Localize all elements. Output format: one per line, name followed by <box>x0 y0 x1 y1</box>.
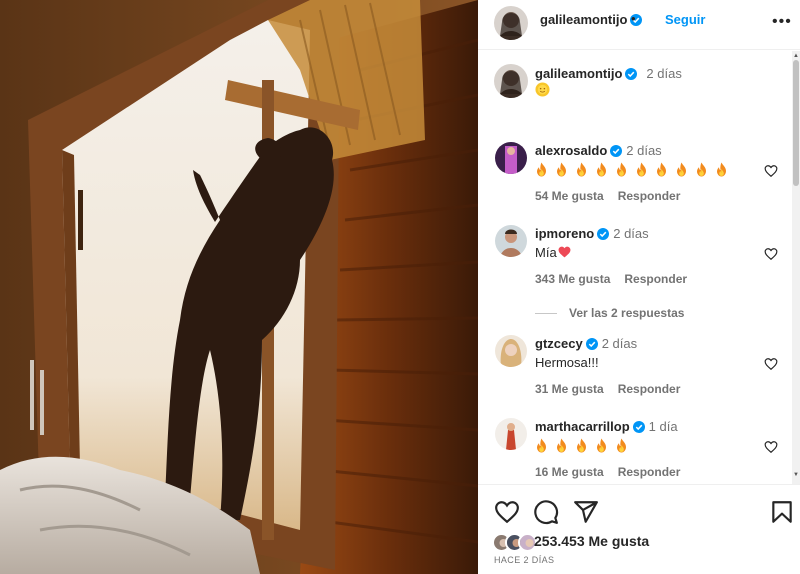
verified-badge-icon <box>625 68 638 80</box>
comment-avatar[interactable] <box>495 418 527 450</box>
comment-likes-count[interactable]: 343 Me gusta <box>535 272 610 286</box>
author-username[interactable]: galileamontijo <box>540 12 643 27</box>
comment-username[interactable]: ipmoreno <box>535 226 594 241</box>
comment-username[interactable]: gtzcecy <box>535 336 583 351</box>
comment-time[interactable]: 1 día <box>649 419 678 434</box>
post-header: galileamontijo • Seguir ••• <box>478 0 800 50</box>
bookmark-icon[interactable] <box>769 499 795 525</box>
fire-emoji-icon <box>675 162 688 177</box>
fire-emoji-icon <box>615 162 628 177</box>
author-avatar[interactable] <box>494 6 528 40</box>
comment-item: alexrosaldo 2 días 54 Me gusta Responder <box>478 139 792 219</box>
comment-like-heart-icon[interactable] <box>764 440 778 454</box>
comment-text-body: Mía <box>535 245 557 260</box>
caption-text <box>535 82 550 98</box>
fire-emoji-icon <box>535 438 548 453</box>
reply-button[interactable]: Responder <box>624 272 687 286</box>
comment-avatar[interactable] <box>495 142 527 174</box>
comments-list[interactable]: galileamontijo 2 días alexrosaldo 2 días 5… <box>478 51 800 484</box>
sun-emoji-icon <box>535 82 550 97</box>
comment-like-heart-icon[interactable] <box>764 357 778 371</box>
reply-button[interactable]: Responder <box>618 189 681 203</box>
comment-item: gtzcecy 2 días Hermosa!!! 31 Me gusta Resp… <box>478 332 792 412</box>
comment-like-heart-icon[interactable] <box>764 164 778 178</box>
verified-badge-icon <box>585 338 598 350</box>
scroll-up-arrow-icon[interactable]: ▲ <box>793 53 799 59</box>
send-icon[interactable] <box>573 499 599 525</box>
fire-emoji-icon <box>615 438 628 453</box>
caption-header: galileamontijo 2 días <box>535 66 682 81</box>
post-photo[interactable] <box>0 0 478 574</box>
fire-emoji-icon <box>695 162 708 177</box>
verified-badge-icon <box>632 421 645 433</box>
fire-emoji-icon <box>555 162 568 177</box>
comment-meta: 16 Me gusta Responder <box>535 465 694 479</box>
fire-emoji-icon <box>595 438 608 453</box>
caption-username[interactable]: galileamontijo <box>535 66 622 81</box>
fire-emoji-icon <box>535 162 548 177</box>
fire-emoji-icon <box>635 162 648 177</box>
comment-avatar[interactable] <box>495 335 527 367</box>
reply-button[interactable]: Responder <box>618 465 681 479</box>
author-username-text[interactable]: galileamontijo <box>540 12 627 27</box>
post-details-panel: galileamontijo • Seguir ••• galileamonti… <box>478 0 800 574</box>
comment-meta: 31 Me gusta Responder <box>535 382 694 396</box>
post-date[interactable]: HACE 2 DÍAS <box>494 555 554 565</box>
fire-emoji-icon <box>575 162 588 177</box>
comment-likes-count[interactable]: 16 Me gusta <box>535 465 604 479</box>
fire-emoji-icon <box>715 162 728 177</box>
reply-button[interactable]: Responder <box>618 382 681 396</box>
comment-username[interactable]: marthacarrillop <box>535 419 630 434</box>
comment-item: ipmoreno 2 días Mía 343 Me gusta Responder… <box>478 222 792 342</box>
fire-emoji-icon <box>555 438 568 453</box>
comment-likes-count[interactable]: 31 Me gusta <box>535 382 604 396</box>
comment-time[interactable]: 2 días <box>626 143 661 158</box>
comment-header: alexrosaldo 2 días <box>535 143 662 158</box>
comment-icon[interactable] <box>533 499 559 525</box>
fire-emoji-icon <box>575 438 588 453</box>
comment-avatar[interactable] <box>495 225 527 257</box>
comment-header: marthacarrillop 1 día <box>535 419 678 434</box>
comment-text <box>535 438 635 454</box>
comment-text <box>535 162 735 178</box>
header-separator: • <box>631 11 636 26</box>
fire-emoji-icon <box>655 162 668 177</box>
post-actions: 253.453 Me gusta HACE 2 DÍAS <box>478 484 800 574</box>
verified-badge-icon <box>597 228 610 240</box>
post-caption: galileamontijo 2 días <box>478 51 800 131</box>
comment-meta: 343 Me gusta Responder <box>535 272 701 286</box>
comment-time[interactable]: 2 días <box>602 336 637 351</box>
view-replies-button[interactable]: Ver las 2 respuestas <box>535 306 684 320</box>
replies-divider <box>535 313 557 315</box>
scrollbar-thumb[interactable] <box>793 60 799 186</box>
follow-button[interactable]: Seguir <box>665 12 705 27</box>
comment-likes-count[interactable]: 54 Me gusta <box>535 189 604 203</box>
red-heart-emoji-icon <box>558 246 571 258</box>
view-replies-label[interactable]: Ver las 2 respuestas <box>569 306 684 320</box>
caption-time[interactable]: 2 días <box>646 66 681 81</box>
likes-count[interactable]: 253.453 Me gusta <box>534 533 649 549</box>
comment-header: gtzcecy 2 días <box>535 336 637 351</box>
comment-header: ipmoreno 2 días <box>535 226 649 241</box>
like-heart-icon[interactable] <box>494 499 520 525</box>
more-options-icon[interactable]: ••• <box>772 13 792 31</box>
comment-text: Hermosa!!! <box>535 355 599 370</box>
caption-avatar[interactable] <box>494 64 528 98</box>
fire-emoji-icon <box>595 162 608 177</box>
verified-badge-icon <box>610 145 623 157</box>
comment-time[interactable]: 2 días <box>613 226 648 241</box>
scroll-down-arrow-icon[interactable]: ▼ <box>793 472 799 478</box>
comment-item: marthacarrillop 1 día 16 Me gusta Responde… <box>478 415 792 484</box>
comment-meta: 54 Me gusta Responder <box>535 189 694 203</box>
comment-username[interactable]: alexrosaldo <box>535 143 607 158</box>
comment-like-heart-icon[interactable] <box>764 247 778 261</box>
comment-text: Mía <box>535 245 571 260</box>
